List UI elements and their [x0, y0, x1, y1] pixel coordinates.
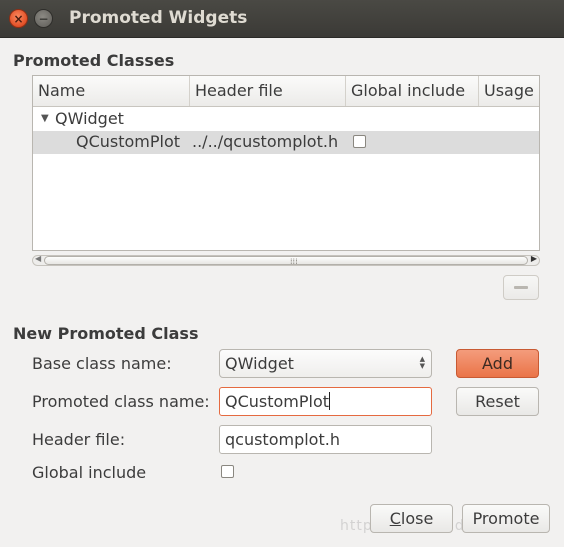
- expand-arrow-icon[interactable]: ▼: [41, 108, 49, 130]
- combo-down-icon: ▼: [419, 362, 425, 370]
- text-caret: [329, 392, 331, 410]
- table-row[interactable]: QCustomPlot ../../qcustomplot.h: [33, 131, 539, 154]
- header-file-value: qcustomplot.h: [225, 430, 340, 449]
- column-header-global-include[interactable]: Global include: [346, 76, 479, 106]
- minus-icon: [514, 286, 528, 289]
- window-title: Promoted Widgets: [69, 8, 248, 28]
- promoted-classes-heading: Promoted Classes: [13, 51, 175, 70]
- global-include-label: Global include: [32, 463, 147, 482]
- column-header-usage[interactable]: Usage: [479, 76, 539, 106]
- promote-button[interactable]: Promote: [462, 504, 550, 533]
- close-button[interactable]: Close: [370, 504, 453, 533]
- grip-icon: ⁞⁞⁞: [290, 257, 298, 266]
- add-button[interactable]: Add: [456, 349, 539, 378]
- column-header-name[interactable]: Name: [33, 76, 190, 106]
- cell-header-file: ../../qcustomplot.h: [192, 132, 339, 151]
- horizontal-scrollbar[interactable]: ◀ ⁞⁞⁞ ▶: [32, 253, 540, 268]
- base-class-combo[interactable]: QWidget ▲ ▼: [219, 349, 432, 378]
- column-header-header-file[interactable]: Header file: [190, 76, 346, 106]
- promoted-class-label: Promoted class name:: [32, 392, 210, 411]
- header-file-label: Header file:: [32, 430, 126, 449]
- combo-spin-icon: ▲ ▼: [420, 356, 425, 370]
- reset-button[interactable]: Reset: [456, 387, 539, 416]
- promoted-classes-table[interactable]: Name Header file Global include Usage ▼ …: [32, 75, 540, 251]
- cell-class-name: QCustomPlot: [76, 132, 181, 151]
- tree-group-row[interactable]: ▼ QWidget: [33, 108, 539, 131]
- promoted-class-input[interactable]: QCustomPlot: [219, 387, 432, 416]
- cell-global-include-checkbox[interactable]: [353, 135, 366, 148]
- scroll-left-arrow-icon[interactable]: ◀: [35, 254, 41, 263]
- window-close-button[interactable]: ×: [9, 9, 28, 28]
- close-icon: ×: [13, 11, 24, 26]
- base-class-value: QWidget: [225, 354, 294, 373]
- group-base-class: QWidget: [55, 109, 124, 128]
- scroll-right-arrow-icon[interactable]: ▶: [531, 254, 537, 263]
- header-file-input[interactable]: qcustomplot.h: [219, 425, 432, 454]
- window-minimize-button[interactable]: −: [34, 9, 53, 28]
- minimize-icon: −: [38, 11, 49, 26]
- base-class-label: Base class name:: [32, 354, 172, 373]
- new-promoted-class-heading: New Promoted Class: [13, 324, 199, 343]
- table-header: Name Header file Global include Usage: [33, 76, 539, 107]
- remove-class-button[interactable]: [503, 275, 539, 300]
- title-bar: × − Promoted Widgets: [0, 0, 564, 38]
- scrollbar-thumb[interactable]: ⁞⁞⁞: [44, 256, 528, 266]
- global-include-checkbox[interactable]: [221, 465, 234, 478]
- promoted-class-value: QCustomPlot: [225, 392, 330, 411]
